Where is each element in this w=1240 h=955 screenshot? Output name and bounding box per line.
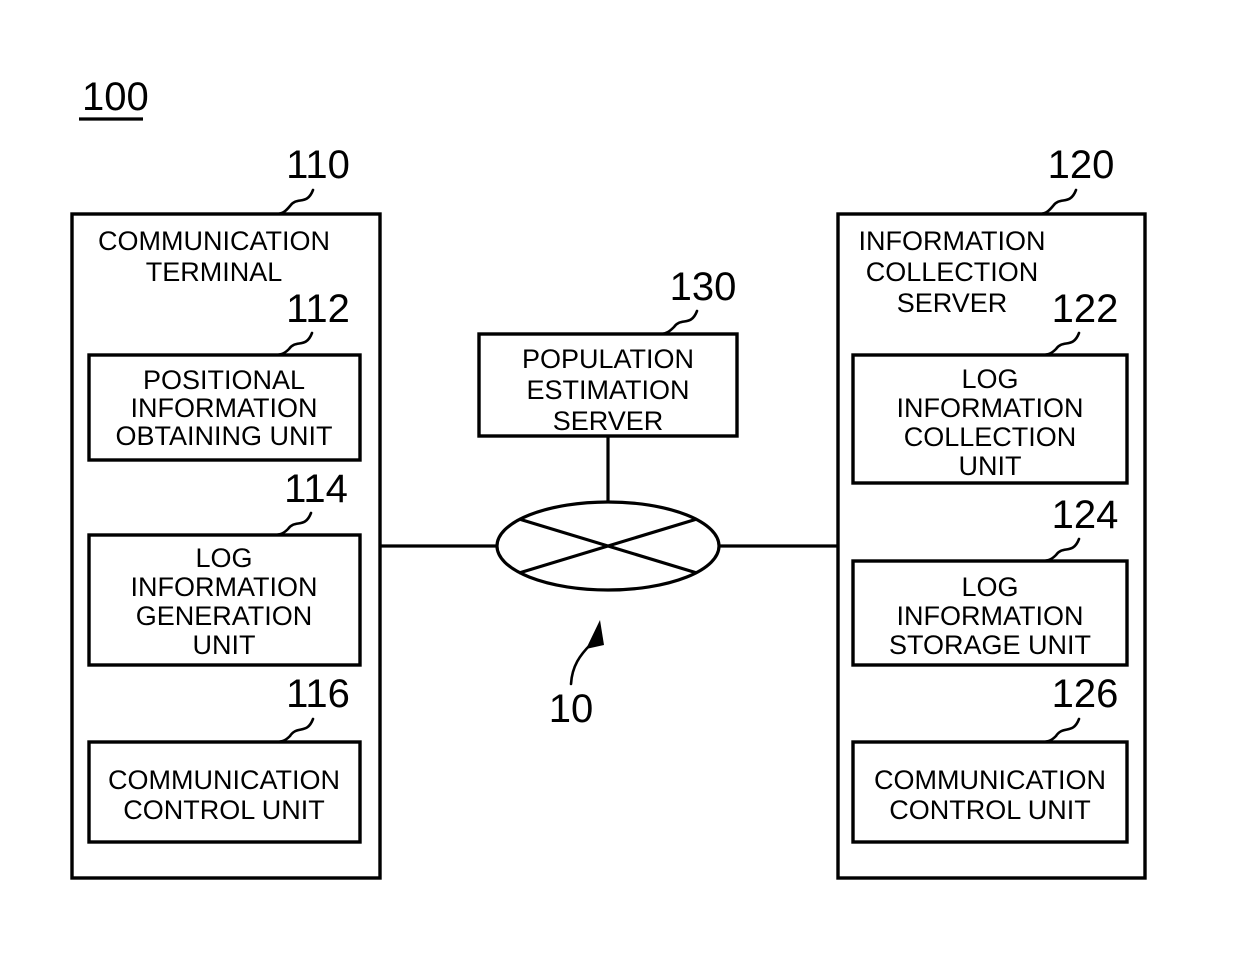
unit-112-line1: POSITIONAL (143, 365, 305, 395)
population-estimation-server[interactable]: POPULATION ESTIMATION SERVER (477, 332, 739, 438)
unit-122-line1: LOG (961, 364, 1018, 394)
figure-number-100: 100 (79, 75, 149, 121)
ref-110-leader-line (276, 188, 315, 216)
ref-116-label: 116 (286, 672, 350, 716)
ref-130-label: 130 (670, 265, 737, 309)
log-information-collection-unit[interactable]: LOG INFORMATION COLLECTION UNIT (851, 353, 1129, 485)
unit-114-line1: LOG (195, 543, 252, 573)
unit-116-line2: CONTROL UNIT (123, 795, 325, 825)
ref-130-callout: 130 (660, 265, 737, 336)
information-collection-server-title-line1: INFORMATION (859, 226, 1046, 256)
unit-126-line2: CONTROL UNIT (889, 795, 1091, 825)
ref-110-label: 110 (286, 143, 350, 187)
ref-120-callout: 120 (1039, 143, 1115, 216)
unit-122-line3: COLLECTION (904, 422, 1077, 452)
unit-122-line4: UNIT (959, 451, 1022, 481)
server-130-line2: ESTIMATION (526, 375, 689, 405)
network-cloud-ellipse-icon[interactable] (495, 500, 721, 592)
ref-120-label: 120 (1048, 143, 1115, 187)
communication-control-unit-server[interactable]: COMMUNICATION CONTROL UNIT (851, 740, 1129, 844)
information-collection-server-title-line2: COLLECTION (866, 257, 1039, 287)
unit-116-line1: COMMUNICATION (108, 765, 340, 795)
ref-124-label: 124 (1052, 493, 1119, 537)
patent-figure-canvas: 100 COMMUNICATION TERMINAL 110 POSITIONA… (0, 0, 1240, 955)
log-information-storage-unit[interactable]: LOG INFORMATION STORAGE UNIT (851, 559, 1129, 667)
communication-terminal-title-line2: TERMINAL (146, 257, 283, 287)
ref-112-label: 112 (286, 287, 350, 331)
unit-124-line2: INFORMATION (897, 601, 1084, 631)
information-collection-server-title-line3: SERVER (897, 288, 1008, 318)
log-information-generation-unit[interactable]: LOG INFORMATION GENERATION UNIT (87, 533, 362, 667)
positional-information-obtaining-unit[interactable]: POSITIONAL INFORMATION OBTAINING UNIT (87, 353, 362, 462)
unit-124-line3: STORAGE UNIT (889, 630, 1091, 660)
ref-114-label: 114 (284, 467, 348, 511)
ref-130-leader-line (660, 309, 699, 336)
ref-122-label: 122 (1052, 287, 1119, 331)
ref-110-callout: 110 (276, 143, 350, 216)
system-architecture-diagram: 100 COMMUNICATION TERMINAL 110 POSITIONA… (70, 75, 1147, 880)
communication-control-unit-terminal[interactable]: COMMUNICATION CONTROL UNIT (87, 740, 362, 844)
unit-114-line4: UNIT (193, 630, 256, 660)
ref-10-label: 10 (549, 687, 594, 731)
unit-124-line1: LOG (961, 572, 1018, 602)
ref-10-callout: 10 (549, 620, 604, 731)
communication-terminal-title-line1: COMMUNICATION (98, 226, 330, 256)
unit-112-line3: OBTAINING UNIT (115, 421, 332, 451)
unit-122-line2: INFORMATION (897, 393, 1084, 423)
unit-114-line2: INFORMATION (131, 572, 318, 602)
unit-126-line1: COMMUNICATION (874, 765, 1106, 795)
ref-126-label: 126 (1052, 672, 1119, 716)
unit-112-line2: INFORMATION (131, 393, 318, 423)
ref-10-arrow-head (586, 620, 604, 649)
ref-10-arrow-line (569, 642, 593, 686)
ref-120-leader-line (1039, 188, 1078, 216)
figure-number-label: 100 (82, 75, 149, 119)
server-130-line3: SERVER (553, 406, 664, 436)
unit-114-line3: GENERATION (136, 601, 313, 631)
server-130-line1: POPULATION (522, 344, 694, 374)
